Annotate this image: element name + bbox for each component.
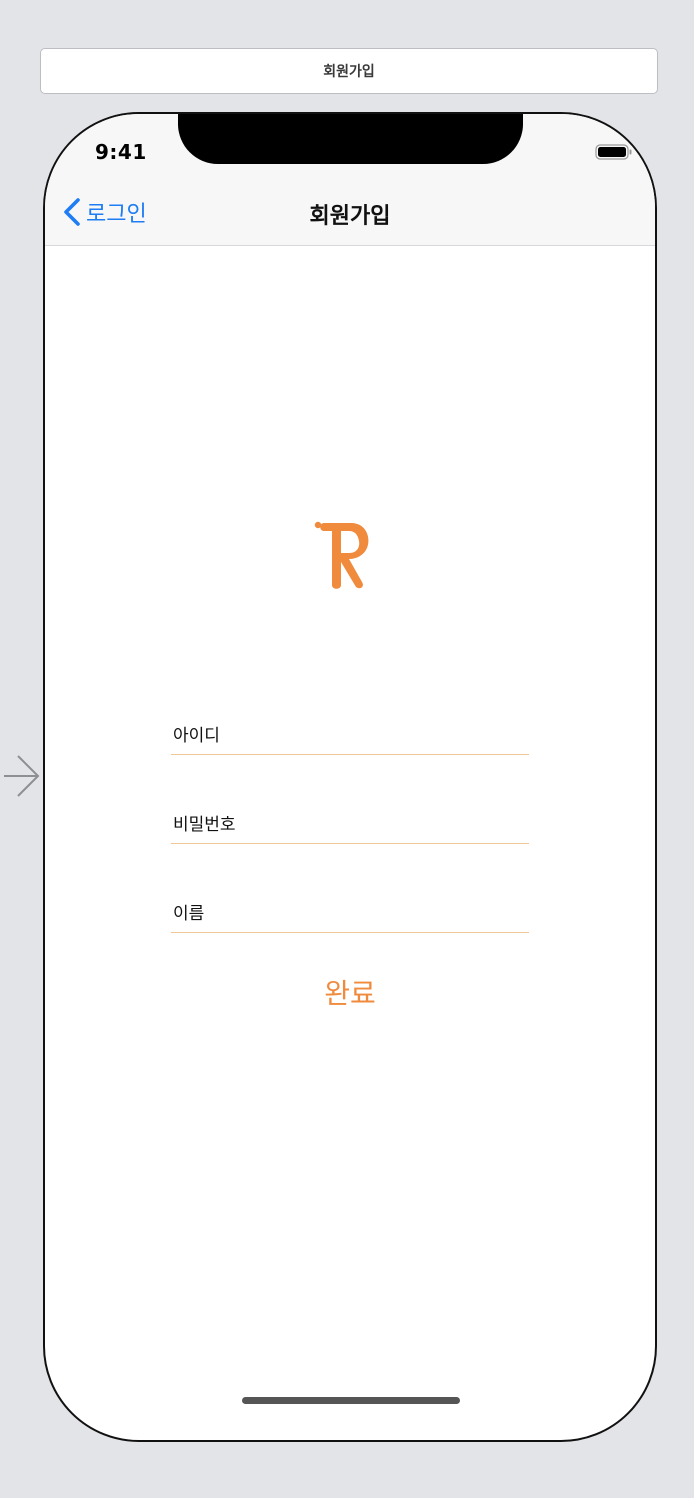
name-field-placeholder: 이름 [173,904,205,924]
iphone-device-frame: 9:41 로그인 회원가입 아이디 비밀번호 이름 완료 [43,112,657,1442]
done-button[interactable]: 완료 [45,972,655,1012]
scene-title-bar[interactable]: 회원가입 [40,48,658,94]
scene-title: 회원가입 [323,64,375,80]
name-field[interactable]: 이름 [171,896,529,933]
password-field[interactable]: 비밀번호 [171,807,529,844]
r-logo-icon [314,521,369,589]
status-time: 9:41 [95,140,147,164]
device-notch [178,114,523,164]
password-field-placeholder: 비밀번호 [173,815,236,835]
navigation-bar: 9:41 로그인 회원가입 [45,114,655,246]
segue-arrow-icon [4,755,40,797]
nav-title: 회원가입 [309,204,391,229]
home-indicator [242,1397,460,1404]
id-field[interactable]: 아이디 [171,718,529,755]
id-field-placeholder: 아이디 [173,726,220,746]
battery-icon [595,144,632,160]
